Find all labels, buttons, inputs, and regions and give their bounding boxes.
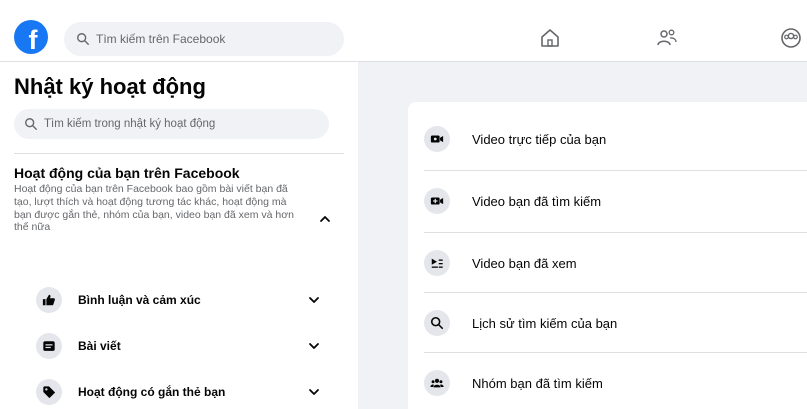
list-item-live-videos[interactable]: Video trực tiếp của bạn	[424, 110, 807, 168]
friends-icon[interactable]	[655, 26, 679, 50]
facebook-search-input[interactable]: Tìm kiếm trên Facebook	[64, 22, 344, 56]
top-bar: f Tìm kiếm trên Facebook	[0, 0, 807, 62]
chevron-down-icon	[309, 343, 319, 349]
chevron-down-icon	[309, 297, 319, 303]
collapse-section-button[interactable]	[316, 210, 334, 228]
divider	[424, 170, 807, 171]
chevron-up-icon	[320, 216, 330, 222]
divider	[424, 352, 807, 353]
video-watched-icon	[424, 250, 450, 276]
post-icon	[36, 333, 62, 359]
sidebar-item-label: Bình luận và cảm xúc	[78, 293, 201, 307]
list-item-watched-videos[interactable]: Video bạn đã xem	[424, 234, 807, 292]
search-icon	[424, 310, 450, 336]
sidebar-item-label: Bài viết	[78, 339, 121, 353]
list-item-searched-videos[interactable]: Video bạn đã tìm kiếm	[424, 172, 807, 230]
home-icon[interactable]	[538, 26, 562, 50]
divider	[424, 292, 807, 293]
search-placeholder: Tìm kiếm trên Facebook	[96, 32, 226, 46]
list-item-label: Lịch sử tìm kiếm của bạn	[472, 315, 618, 331]
live-video-icon	[424, 126, 450, 152]
sidebar-item-label: Hoạt động có gắn thẻ bạn	[78, 385, 226, 399]
chevron-down-icon	[309, 389, 319, 395]
sidebar-item-posts[interactable]: Bài viết	[36, 326, 326, 366]
section-description: Hoạt động của bạn trên Facebook bao gồm …	[14, 183, 294, 234]
list-item-search-history[interactable]: Lịch sử tìm kiếm của bạn	[424, 294, 807, 352]
sidebar-item-tagged-activity[interactable]: Hoạt động có gắn thẻ bạn	[36, 372, 326, 409]
activity-log-sidebar: Nhật ký hoạt động Tìm kiếm trong nhật ký…	[0, 62, 358, 409]
list-item-searched-groups[interactable]: Nhóm bạn đã tìm kiếm	[424, 354, 807, 409]
list-item-label: Video bạn đã tìm kiếm	[472, 193, 602, 209]
list-item-label: Video trực tiếp của bạn	[472, 131, 607, 147]
section-title[interactable]: Hoạt động của bạn trên Facebook	[14, 165, 240, 181]
thumbs-up-icon	[36, 287, 62, 313]
groups-icon[interactable]	[779, 26, 803, 50]
activity-search-input[interactable]: Tìm kiếm trong nhật ký hoạt động	[14, 109, 329, 139]
divider	[14, 153, 344, 154]
tag-icon	[36, 379, 62, 405]
video-search-icon	[424, 188, 450, 214]
groups-icon	[424, 370, 450, 396]
activity-search-placeholder: Tìm kiếm trong nhật ký hoạt động	[44, 118, 216, 130]
sidebar-item-comments-reactions[interactable]: Bình luận và cảm xúc	[36, 280, 326, 320]
list-item-label: Nhóm bạn đã tìm kiếm	[472, 375, 603, 391]
search-icon	[77, 33, 89, 45]
divider	[424, 232, 807, 233]
page-title: Nhật ký hoạt động	[14, 74, 206, 99]
facebook-logo[interactable]: f	[14, 20, 48, 55]
activity-list-panel: Video trực tiếp của bạn Video bạn đã tìm…	[408, 102, 807, 409]
search-icon	[25, 118, 37, 130]
list-item-label: Video bạn đã xem	[472, 255, 577, 271]
